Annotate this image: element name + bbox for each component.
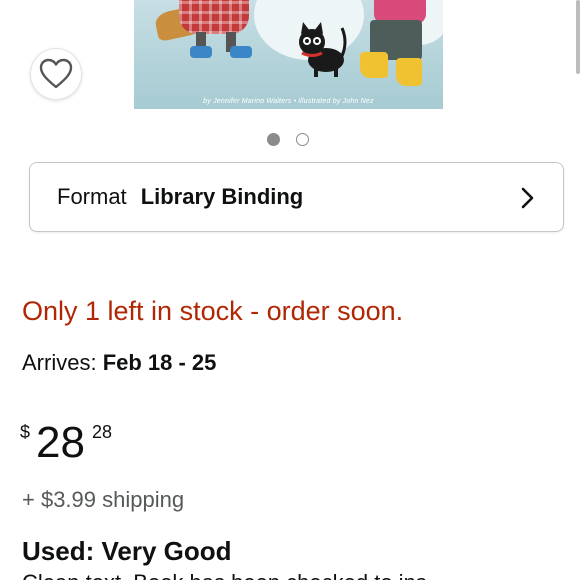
stock-message: Only 1 left in stock - order soon. (22, 296, 404, 326)
boot-illustration (230, 46, 252, 58)
product-image[interactable]: by Jennifer Marino Walters • illustrated… (134, 0, 443, 109)
chevron-right-icon (521, 187, 534, 209)
child-illustration (179, 0, 249, 34)
product-page: by Jennifer Marino Walters • illustrated… (0, 0, 580, 580)
price-whole: 28 (36, 418, 85, 467)
format-selector[interactable]: Format Library Binding (29, 162, 564, 232)
carousel-dot-1[interactable] (267, 133, 280, 146)
format-value: Library Binding (140, 184, 304, 209)
delivery-dates: Feb 18 - 25 (102, 350, 217, 375)
item-condition: Used: Very Good (22, 536, 232, 566)
wishlist-button[interactable] (30, 48, 82, 100)
boot-illustration (360, 52, 388, 78)
book-credit: by Jennifer Marino Walters • illustrated… (203, 98, 374, 105)
scrollbar[interactable] (576, 0, 580, 74)
carousel-dot-2[interactable] (296, 133, 309, 146)
condition-description: Clean text. Book has been checked to ins… (22, 570, 445, 580)
boot-illustration (190, 46, 212, 58)
shipping-cost: + $3.99 shipping (22, 487, 185, 512)
boot-illustration (396, 58, 422, 86)
heart-icon (39, 58, 73, 89)
cat-illustration (299, 22, 347, 77)
carousel-indicator (267, 133, 309, 146)
price-fraction: 28 (92, 422, 113, 442)
delivery-estimate: Arrives: Feb 18 - 25 (22, 350, 216, 376)
delivery-label: Arrives: (22, 350, 97, 375)
price-currency: $ (20, 422, 31, 442)
format-label: Format (57, 184, 127, 209)
